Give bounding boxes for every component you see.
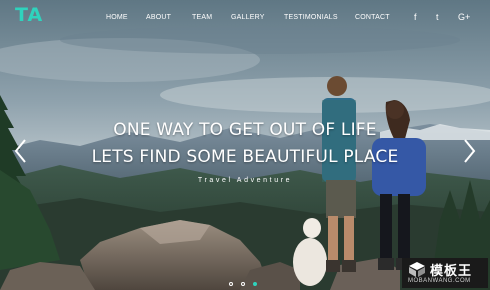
twitter-icon[interactable]: t: [436, 12, 439, 22]
hero-background-image: [0, 0, 490, 290]
site-logo[interactable]: TA: [15, 4, 43, 26]
nav-item-team[interactable]: TEAM: [192, 14, 212, 21]
nav-item-home[interactable]: HOME: [106, 14, 128, 21]
slider-dot-3[interactable]: [253, 282, 257, 286]
slider-dot-1[interactable]: [229, 282, 233, 286]
nav-item-contact[interactable]: CONTACT: [355, 14, 390, 21]
hero-heading-line-2: LETS FIND SOME BEAUTIFUL PLACE: [91, 147, 399, 167]
watermark-badge: 模板王 MOBANWANG.COM: [402, 258, 488, 288]
hero-heading-line-1: ONE WAY TO GET OUT OF LIFE: [113, 120, 377, 140]
google-plus-icon[interactable]: G+: [458, 12, 470, 22]
watermark-url: MOBANWANG.COM: [408, 278, 471, 284]
slider-dot-2[interactable]: [241, 282, 245, 286]
nav-item-gallery[interactable]: GALLERY: [231, 14, 265, 21]
hero-tagline: Travel Adventure: [197, 177, 293, 184]
hero-slider: TA HOME ABOUT TEAM GALLERY TESTIMONIALS …: [0, 0, 490, 290]
top-navigation-bar: TA HOME ABOUT TEAM GALLERY TESTIMONIALS …: [0, 0, 490, 40]
nav-item-testimonials[interactable]: TESTIMONIALS: [284, 14, 338, 21]
nav-item-about[interactable]: ABOUT: [146, 14, 171, 21]
cube-logo-icon: [409, 262, 425, 277]
watermark-brand: 模板王: [430, 263, 473, 278]
facebook-icon[interactable]: f: [414, 12, 417, 22]
